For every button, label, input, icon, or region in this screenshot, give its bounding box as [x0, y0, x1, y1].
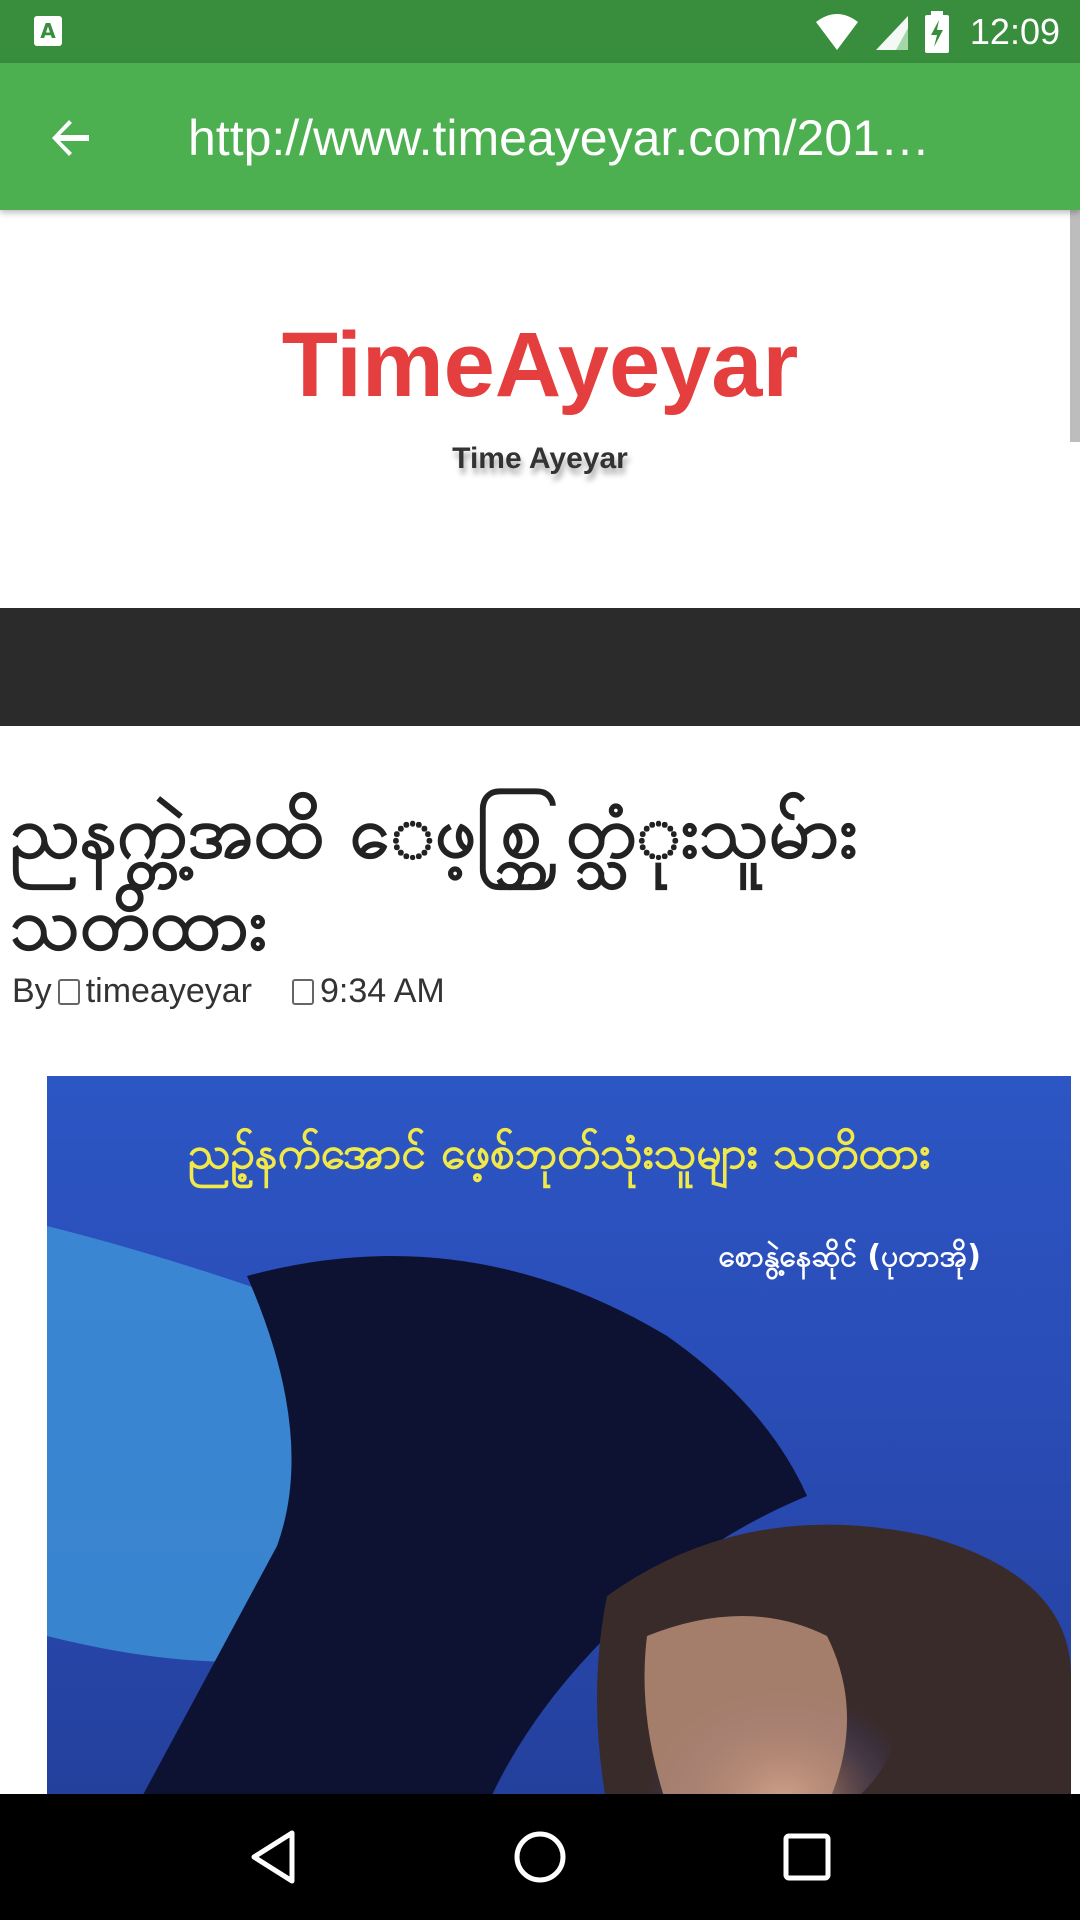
author-link[interactable]: timeayeyar [86, 972, 252, 1011]
wifi-icon [815, 13, 858, 50]
author-icon [57, 978, 80, 1005]
back-button[interactable] [36, 103, 106, 173]
post-meta: By timeayeyar 9:34 AM [12, 972, 445, 1011]
nav-home-button[interactable] [500, 1817, 580, 1897]
nav-back-icon [251, 1830, 295, 1884]
nav-home-icon [514, 1831, 566, 1883]
app-bar: http://www.timeayeyar.com/201… [0, 63, 1080, 210]
url-title: http://www.timeayeyar.com/201… [188, 110, 930, 166]
status-bar: A 12:09 [0, 0, 1080, 63]
post-time: 9:34 AM [319, 972, 445, 1010]
post-image[interactable]: ညဉ့်နက်အောင် ဖေ့စ်ဘုတ်သုံးသူများ သတိထား … [47, 1076, 1071, 1794]
site-nav-bar[interactable] [0, 608, 1080, 726]
status-icons: 12:09 [814, 0, 1060, 63]
cell-signal-icon [875, 15, 908, 50]
battery-charging-icon [924, 10, 949, 53]
screen: A 12:09 http://www.timeayeyar.com/201… T… [0, 0, 1080, 1920]
system-nav-bar [0, 1794, 1080, 1920]
a11y-notification-icon: A [34, 16, 62, 46]
nav-recents-button[interactable] [767, 1817, 847, 1897]
status-time: 12:09 [969, 10, 1060, 52]
site-title[interactable]: TimeAyeyar [0, 315, 1080, 415]
site-header: TimeAyeyar Time Ayeyar [0, 210, 1070, 608]
web-content[interactable]: TimeAyeyar Time Ayeyar ညနက္တဲ့အထိ ေဖ့စ္ဘ… [0, 210, 1080, 1794]
arrow-back-icon [52, 120, 89, 156]
image-headline: ညဉ့်နက်အောင် ဖေ့စ်ဘုတ်သုံးသူများ သတိထား [187, 1128, 931, 1179]
by-label: By [12, 972, 52, 1010]
clock-icon [291, 978, 314, 1005]
nav-recents-icon [783, 1833, 831, 1881]
nav-back-button[interactable] [233, 1817, 313, 1897]
post-title: ညနက္တဲ့အထိ ေဖ့စ္ဘြတ္သံုးသူမ်ား သတိထား [10, 790, 858, 966]
image-byline: စောနွဲ့နေဆိုင် (ပုတာအို) [718, 1239, 981, 1274]
site-tagline: Time Ayeyar [452, 442, 628, 475]
